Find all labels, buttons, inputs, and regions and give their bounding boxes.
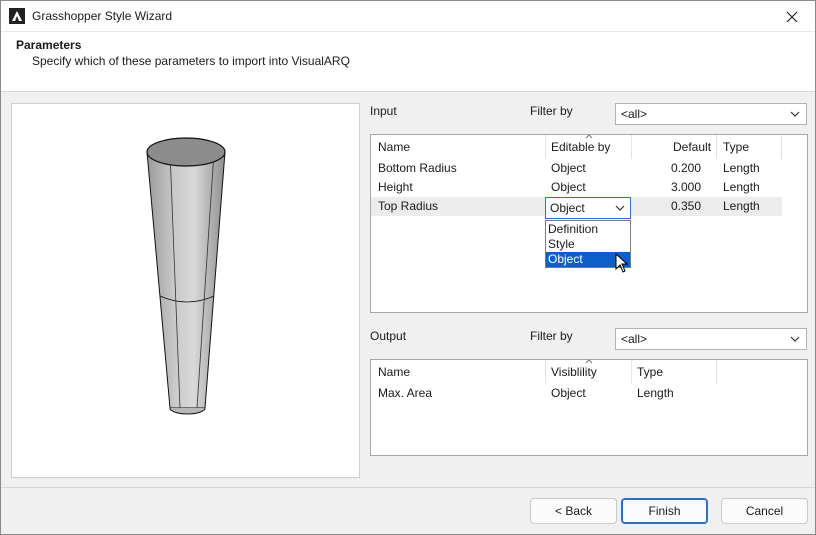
input-table-header: Name Editable by Default Type: [371, 134, 807, 159]
column-header-type[interactable]: Type: [723, 140, 749, 154]
cancel-button[interactable]: Cancel: [721, 498, 808, 524]
window-title: Grasshopper Style Wizard: [32, 9, 173, 23]
title-bar: Grasshopper Style Wizard: [1, 1, 815, 32]
row-editable-by[interactable]: Object: [551, 161, 586, 175]
option-definition[interactable]: Definition: [546, 222, 630, 237]
column-header-type[interactable]: Type: [637, 365, 663, 379]
close-icon: [786, 11, 798, 22]
editable-by-combo[interactable]: Object: [545, 197, 631, 219]
chevron-down-icon: [790, 111, 800, 117]
table-row[interactable]: Max. Area Object Length: [371, 384, 807, 403]
back-button[interactable]: < Back: [530, 498, 617, 524]
chevron-down-icon: [615, 205, 625, 211]
mouse-cursor-icon: [615, 253, 629, 273]
output-parameters-table: Name Visiblility Type Max. Area Object L…: [370, 359, 808, 456]
output-filter-label: Filter by: [530, 329, 573, 343]
output-filter-value: <all>: [621, 332, 648, 346]
table-row[interactable]: Height Object 3.000 Length: [371, 178, 782, 197]
wizard-window: Grasshopper Style Wizard Parameters Spec…: [0, 0, 816, 535]
output-table-header: Name Visiblility Type: [371, 359, 807, 384]
chevron-down-icon: [790, 336, 800, 342]
editable-by-combo-value: Object: [550, 201, 585, 215]
footer-divider: [1, 487, 815, 488]
output-filter-select[interactable]: <all>: [615, 328, 807, 350]
column-header-default[interactable]: Default: [673, 140, 711, 154]
row-visibility[interactable]: Object: [551, 386, 586, 400]
input-filter-select[interactable]: <all>: [615, 103, 807, 125]
row-type: Length: [723, 199, 760, 213]
cone-preview-image: [146, 137, 226, 415]
preview-viewport: [11, 103, 360, 478]
column-header-editable-by[interactable]: Editable by: [551, 140, 610, 154]
row-default: 3.000: [671, 180, 702, 194]
column-header-name[interactable]: Name: [378, 140, 410, 154]
column-header-visibility[interactable]: Visiblility: [551, 365, 597, 379]
row-editable-by[interactable]: Object: [551, 180, 586, 194]
input-filter-value: <all>: [621, 107, 648, 121]
option-style[interactable]: Style: [546, 237, 630, 252]
column-header-name[interactable]: Name: [378, 365, 410, 379]
row-name: Top Radius: [378, 199, 439, 213]
sort-ascending-icon: [585, 359, 593, 364]
input-filter-label: Filter by: [530, 104, 573, 118]
input-label: Input: [370, 104, 397, 118]
page-subtitle: Specify which of these parameters to imp…: [32, 54, 350, 68]
close-button[interactable]: [769, 1, 815, 32]
wizard-header: Parameters Specify which of these parame…: [1, 32, 815, 92]
row-name: Bottom Radius: [378, 161, 457, 175]
row-name: Max. Area: [378, 386, 433, 400]
output-label: Output: [370, 329, 407, 343]
row-default: 0.200: [671, 161, 702, 175]
table-row[interactable]: Bottom Radius Object 0.200 Length: [371, 159, 782, 178]
app-logo-icon: [9, 8, 25, 24]
finish-button[interactable]: Finish: [621, 498, 708, 524]
row-name: Height: [378, 180, 413, 194]
row-type: Length: [723, 161, 760, 175]
sort-ascending-icon: [585, 134, 593, 139]
row-default: 0.350: [671, 199, 702, 213]
page-title: Parameters: [16, 38, 82, 52]
row-type: Length: [723, 180, 760, 194]
row-type: Length: [637, 386, 674, 400]
